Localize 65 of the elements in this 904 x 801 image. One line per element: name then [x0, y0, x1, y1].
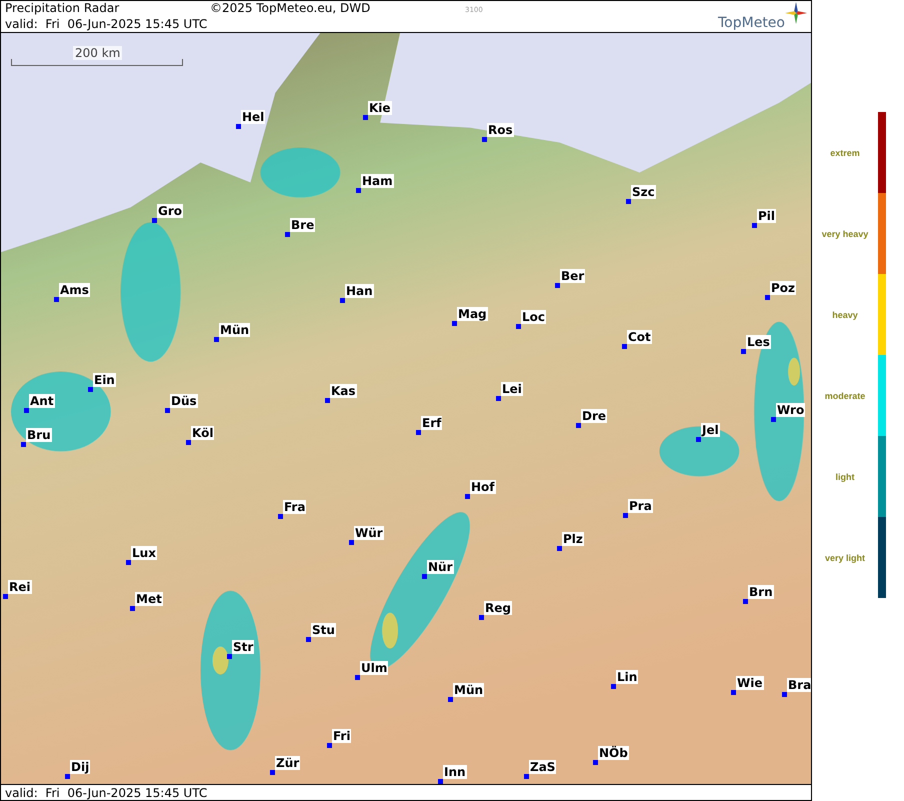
city-label: Erf [421, 416, 442, 430]
city-label: Mag [457, 307, 488, 321]
city-label: Pil [757, 209, 776, 223]
valid-time: valid: Fri 06-Jun-2025 15:45 UTC [5, 17, 208, 31]
city-label: Dij [70, 760, 90, 774]
city-label: Gro [157, 204, 184, 218]
city-label: Bre [290, 218, 316, 232]
city-label: Wür [354, 526, 384, 540]
city-label: Plz [562, 532, 584, 546]
city-label: Rei [8, 580, 32, 594]
city-label: Zür [275, 756, 300, 770]
city-label: Düs [170, 394, 198, 408]
city-label: Bra [787, 678, 811, 692]
copyright-text: ©2025 TopMeteo.eu, DWD [210, 1, 372, 15]
city-label: Pra [628, 499, 653, 513]
city-label: Met [135, 592, 163, 606]
city-label: Brn [748, 585, 774, 599]
city-label: Str [232, 640, 254, 654]
city-label: ZaS [529, 760, 556, 774]
city-label: Han [345, 284, 374, 298]
city-label: Fra [283, 500, 306, 514]
city-label: Szc [631, 185, 656, 199]
city-label: Mün [219, 323, 250, 337]
radar-title: Precipitation Radar [5, 1, 120, 15]
city-label: Kas [330, 384, 357, 398]
city-label: Ros [487, 123, 514, 137]
city-label: Hof [470, 480, 496, 494]
city-label: Lin [616, 670, 638, 684]
legend-label: heavy [831, 310, 859, 320]
logo-text: TopMeteo [718, 15, 785, 31]
city-label: Dre [581, 409, 608, 423]
city-label: Loc [521, 310, 546, 324]
city-label: Fri [332, 729, 352, 743]
city-label: Mün [453, 683, 484, 697]
city-label: Inn [443, 765, 467, 779]
city-label: NÖb [598, 746, 629, 760]
city-label: Ein [93, 373, 116, 387]
city-label: Lux [131, 546, 157, 560]
legend-label: extrem [829, 148, 861, 158]
city-label: Bru [26, 428, 52, 442]
city-label: Lei [501, 382, 523, 396]
city-label: Les [746, 335, 771, 349]
city-label: Poz [770, 281, 796, 295]
city-label: Ber [560, 269, 586, 283]
legend-label: very heavy [820, 228, 870, 238]
legend-label: light [834, 472, 856, 482]
city-label: Kie [368, 101, 392, 115]
city-label: Stu [311, 623, 336, 637]
scale-label: 200 km [73, 46, 122, 60]
city-label: Reg [484, 601, 512, 615]
compass-star-icon [785, 2, 807, 24]
city-label: Ham [361, 174, 394, 188]
city-label: Ams [59, 283, 90, 297]
legend-label: very light [824, 552, 866, 562]
city-label: Wro [776, 403, 806, 417]
city-label: Nür [427, 560, 454, 574]
city-label: Wie [736, 676, 764, 690]
city-label: Köl [191, 426, 214, 440]
legend-label: moderate [824, 390, 866, 400]
city-label: Ant [29, 394, 55, 408]
city-label: Cot [627, 330, 652, 344]
city-label: Jel [701, 423, 720, 437]
city-label: Hel [241, 110, 266, 124]
city-label: Ulm [360, 661, 388, 675]
valid-time: valid: Fri 06-Jun-2025 15:45 UTC [4, 786, 208, 800]
